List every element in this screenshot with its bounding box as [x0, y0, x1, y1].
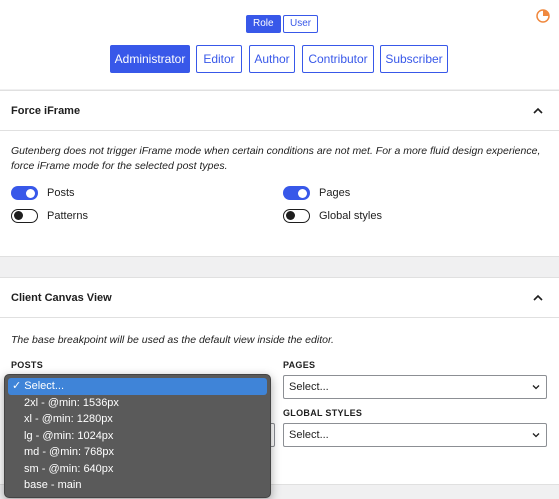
chevron-up-icon[interactable]: [531, 104, 545, 118]
plugin-logo-icon: [536, 9, 550, 23]
panel-title: Client Canvas View: [11, 292, 112, 304]
global-styles-toggle[interactable]: [283, 209, 310, 223]
tab-role[interactable]: Role: [246, 15, 281, 33]
pages-field-label: PAGES: [283, 360, 316, 370]
select-value: Select...: [289, 381, 329, 393]
role-contributor-button[interactable]: Contributor: [302, 45, 374, 73]
role-editor-button[interactable]: Editor: [196, 45, 242, 73]
panel-title: Force iFrame: [11, 105, 81, 117]
tab-user[interactable]: User: [283, 15, 319, 33]
select-value: Select...: [289, 429, 329, 441]
patterns-toggle[interactable]: [11, 209, 38, 223]
pages-toggle[interactable]: [283, 186, 310, 200]
role-administrator-button[interactable]: Administrator: [110, 45, 190, 73]
force-iframe-header[interactable]: Force iFrame: [0, 91, 559, 131]
chevron-up-icon[interactable]: [531, 291, 545, 305]
toggle-label: Global styles: [319, 210, 382, 222]
global-styles-field-label: GLOBAL STYLES: [283, 408, 363, 418]
role-author-button[interactable]: Author: [249, 45, 295, 73]
dropdown-option[interactable]: md - @min: 768px: [8, 444, 267, 461]
role-subscriber-button[interactable]: Subscriber: [380, 45, 448, 73]
role-header: Role User Administrator Editor Author Co…: [0, 0, 559, 89]
dropdown-option[interactable]: xl - @min: 1280px: [8, 411, 267, 428]
toggle-label: Pages: [319, 187, 351, 199]
check-icon: ✓: [12, 380, 22, 392]
posts-select-dropdown[interactable]: ✓ Select... 2xl - @min: 1536px xl - @min…: [4, 374, 271, 498]
dropdown-option[interactable]: base - main: [8, 477, 267, 494]
toggle-label: Patterns: [47, 210, 88, 222]
dropdown-option[interactable]: sm - @min: 640px: [8, 461, 267, 478]
client-canvas-header[interactable]: Client Canvas View: [0, 278, 559, 318]
dropdown-option[interactable]: lg - @min: 1024px: [8, 428, 267, 445]
panel-description: Gutenberg does not trigger iFrame mode w…: [11, 145, 541, 172]
toggle-label: Posts: [47, 187, 75, 199]
chevron-down-icon: [532, 433, 540, 438]
posts-field-label: POSTS: [11, 360, 44, 370]
chevron-down-icon: [532, 385, 540, 390]
panel-description: The base breakpoint will be used as the …: [11, 334, 334, 346]
global-styles-select[interactable]: Select...: [283, 423, 547, 447]
dropdown-option[interactable]: ✓ Select...: [8, 378, 267, 395]
posts-toggle[interactable]: [11, 186, 38, 200]
dropdown-option[interactable]: 2xl - @min: 1536px: [8, 395, 267, 412]
force-iframe-panel: Force iFrame Gutenberg does not trigger …: [0, 90, 559, 257]
pages-select[interactable]: Select...: [283, 375, 547, 399]
